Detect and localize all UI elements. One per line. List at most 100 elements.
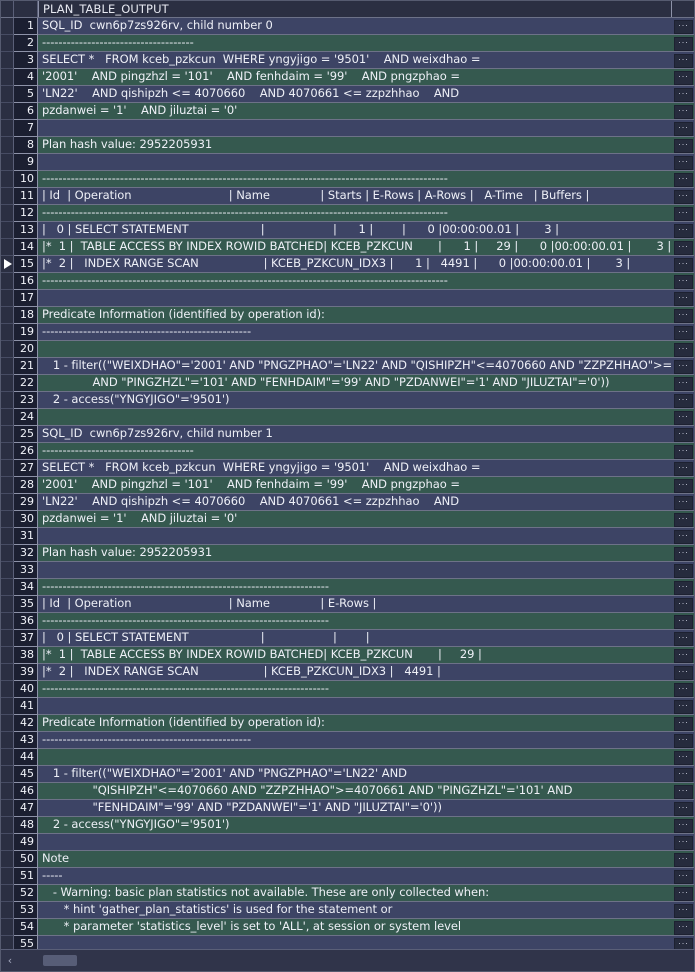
plan-output-cell[interactable]: 'LN22' AND qishipzh <= 4070660 AND 40706…	[38, 86, 671, 103]
row-marker-cell[interactable]	[1, 698, 14, 715]
row-marker-cell[interactable]	[1, 137, 14, 154]
row-number[interactable]: 39	[14, 664, 38, 681]
row-menu-cell[interactable]: ...	[671, 494, 694, 511]
row-number[interactable]: 38	[14, 647, 38, 664]
row-menu-cell[interactable]: ...	[671, 290, 694, 307]
grid-body[interactable]: 1 SQL_ID cwn6p7zs926rv, child number 0...…	[1, 18, 694, 949]
table-row[interactable]: 43 --------------------------------------…	[1, 732, 694, 749]
table-row[interactable]: 45 1 - filter(("WEIXDHAO"='2001' AND "PN…	[1, 766, 694, 783]
row-number[interactable]: 6	[14, 103, 38, 120]
plan-output-cell[interactable]	[38, 698, 671, 715]
table-row[interactable]: 44...	[1, 749, 694, 766]
table-row[interactable]: 31...	[1, 528, 694, 545]
row-menu-ellipsis-button[interactable]: ...	[674, 88, 693, 102]
row-marker-cell[interactable]	[1, 647, 14, 664]
row-menu-cell[interactable]: ...	[671, 460, 694, 477]
row-number[interactable]: 49	[14, 834, 38, 851]
row-marker-cell[interactable]	[1, 613, 14, 630]
row-marker-cell[interactable]	[1, 86, 14, 103]
row-menu-cell[interactable]: ...	[671, 868, 694, 885]
row-marker-cell[interactable]	[1, 18, 14, 35]
row-marker-cell[interactable]	[1, 681, 14, 698]
row-number[interactable]: 7	[14, 120, 38, 137]
plan-output-cell[interactable]: "FENHDAIM"='99' AND "PZDANWEI"='1' AND "…	[38, 800, 671, 817]
row-menu-ellipsis-button[interactable]: ...	[674, 751, 693, 765]
row-menu-cell[interactable]: ...	[671, 69, 694, 86]
row-number[interactable]: 43	[14, 732, 38, 749]
plan-output-cell[interactable]	[38, 834, 671, 851]
row-menu-ellipsis-button[interactable]: ...	[674, 122, 693, 136]
row-number[interactable]: 45	[14, 766, 38, 783]
row-menu-ellipsis-button[interactable]: ...	[674, 156, 693, 170]
table-row[interactable]: 42 Predicate Information (identified by o…	[1, 715, 694, 732]
row-menu-ellipsis-button[interactable]: ...	[674, 71, 693, 85]
table-row[interactable]: 47 "FENHDAIM"='99' AND "PZDANWEI"='1' AN…	[1, 800, 694, 817]
row-menu-ellipsis-button[interactable]: ...	[674, 139, 693, 153]
table-row[interactable]: 49...	[1, 834, 694, 851]
table-row[interactable]: 38 |* 1 | TABLE ACCESS BY INDEX ROWID BAT…	[1, 647, 694, 664]
row-number[interactable]: 17	[14, 290, 38, 307]
table-row[interactable]: 41...	[1, 698, 694, 715]
table-row[interactable]: 21 1 - filter(("WEIXDHAO"='2001' AND "PN…	[1, 358, 694, 375]
row-marker-cell[interactable]	[1, 766, 14, 783]
table-row[interactable]: 46 "QISHIPZH"<=4070660 AND "ZZPZHHAO">=4…	[1, 783, 694, 800]
row-marker-cell[interactable]	[1, 256, 14, 273]
row-marker-cell[interactable]	[1, 358, 14, 375]
row-marker-cell[interactable]	[1, 800, 14, 817]
table-row[interactable]: 39 |* 2 | INDEX RANGE SCAN | KCEB_PZKCUN_…	[1, 664, 694, 681]
row-marker-cell[interactable]	[1, 290, 14, 307]
row-menu-ellipsis-button[interactable]: ...	[674, 938, 693, 949]
table-row[interactable]: 30 pzdanwei = '1' AND jiluztai = '0'...	[1, 511, 694, 528]
row-menu-cell[interactable]: ...	[671, 851, 694, 868]
scrollbar-track[interactable]	[77, 950, 694, 972]
table-row[interactable]: 16 --------------------------------------…	[1, 273, 694, 290]
plan-output-cell[interactable]: |* 2 | INDEX RANGE SCAN | KCEB_PZKCUN_ID…	[38, 664, 671, 681]
row-menu-cell[interactable]: ...	[671, 562, 694, 579]
row-marker-cell[interactable]	[1, 715, 14, 732]
row-menu-cell[interactable]: ...	[671, 409, 694, 426]
row-menu-cell[interactable]: ...	[671, 443, 694, 460]
row-number[interactable]: 41	[14, 698, 38, 715]
plan-output-cell[interactable]: - Warning: basic plan statistics not ava…	[38, 885, 671, 902]
row-menu-cell[interactable]: ...	[671, 579, 694, 596]
row-marker-cell[interactable]	[1, 460, 14, 477]
row-menu-cell[interactable]: ...	[671, 324, 694, 341]
plan-output-cell[interactable]: SQL_ID cwn6p7zs926rv, child number 1	[38, 426, 671, 443]
row-menu-cell[interactable]: ...	[671, 239, 694, 256]
row-marker-cell[interactable]	[1, 103, 14, 120]
row-marker-cell[interactable]	[1, 273, 14, 290]
row-menu-ellipsis-button[interactable]: ...	[674, 428, 693, 442]
row-marker-cell[interactable]	[1, 426, 14, 443]
row-number[interactable]: 26	[14, 443, 38, 460]
row-menu-ellipsis-button[interactable]: ...	[674, 887, 693, 901]
row-marker-cell[interactable]	[1, 477, 14, 494]
row-menu-ellipsis-button[interactable]: ...	[674, 870, 693, 884]
table-row[interactable]: 14 |* 1 | TABLE ACCESS BY INDEX ROWID BAT…	[1, 239, 694, 256]
row-number[interactable]: 15	[14, 256, 38, 273]
row-menu-cell[interactable]: ...	[671, 35, 694, 52]
row-marker-cell[interactable]	[1, 817, 14, 834]
row-marker-cell[interactable]	[1, 885, 14, 902]
row-number[interactable]: 16	[14, 273, 38, 290]
plan-output-cell[interactable]	[38, 154, 671, 171]
table-row[interactable]: 36 --------------------------------------…	[1, 613, 694, 630]
row-menu-ellipsis-button[interactable]: ...	[674, 377, 693, 391]
row-menu-ellipsis-button[interactable]: ...	[674, 615, 693, 629]
row-menu-cell[interactable]: ...	[671, 171, 694, 188]
row-number[interactable]: 33	[14, 562, 38, 579]
row-marker-cell[interactable]	[1, 868, 14, 885]
row-menu-ellipsis-button[interactable]: ...	[674, 530, 693, 544]
plan-output-cell[interactable]: Note	[38, 851, 671, 868]
row-number[interactable]: 55	[14, 936, 38, 949]
plan-output-cell[interactable]: 1 - filter(("WEIXDHAO"='2001' AND "PNGZP…	[38, 358, 671, 375]
plan-output-cell[interactable]: Plan hash value: 2952205931	[38, 545, 671, 562]
row-number[interactable]: 29	[14, 494, 38, 511]
row-number[interactable]: 32	[14, 545, 38, 562]
row-menu-cell[interactable]: ...	[671, 103, 694, 120]
row-number[interactable]: 25	[14, 426, 38, 443]
row-number[interactable]: 37	[14, 630, 38, 647]
row-menu-ellipsis-button[interactable]: ...	[674, 394, 693, 408]
row-menu-ellipsis-button[interactable]: ...	[674, 513, 693, 527]
row-menu-ellipsis-button[interactable]: ...	[674, 479, 693, 493]
row-marker-cell[interactable]	[1, 494, 14, 511]
